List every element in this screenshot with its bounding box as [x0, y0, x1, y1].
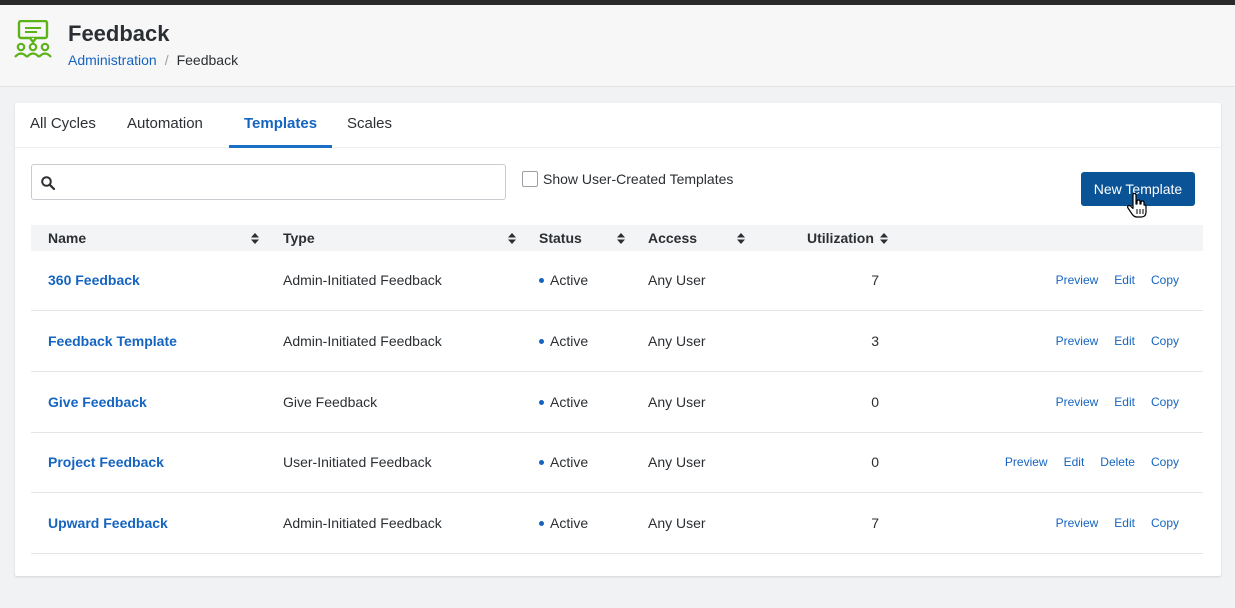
template-type: Admin-Initiated Feedback — [283, 333, 442, 349]
sort-icon[interactable] — [251, 233, 259, 244]
copy-link[interactable]: Copy — [1151, 273, 1179, 287]
table-row: 360 Feedback Admin-Initiated Feedback Ac… — [31, 251, 1203, 311]
breadcrumb: Administration / Feedback — [68, 52, 238, 68]
table-row: Give Feedback Give Feedback Active Any U… — [31, 373, 1203, 433]
status-badge: Active — [539, 312, 588, 372]
table-row: Project Feedback User-Initiated Feedback… — [31, 433, 1203, 493]
tab-scales[interactable]: Scales — [332, 103, 407, 148]
status-text: Active — [550, 272, 589, 288]
status-dot-icon — [539, 277, 544, 283]
edit-link[interactable]: Edit — [1114, 395, 1135, 409]
template-name-link[interactable]: Feedback Template — [48, 312, 177, 372]
tab-templates[interactable]: Templates — [229, 103, 333, 148]
status-dot-icon — [539, 459, 544, 465]
row-actions: Preview Edit Copy — [1040, 494, 1179, 554]
row-actions: Preview Edit Copy — [1040, 373, 1179, 433]
status-text: Active — [550, 333, 589, 349]
status-dot-icon — [539, 338, 544, 344]
copy-link[interactable]: Copy — [1151, 455, 1179, 469]
templates-card: All Cycles Automation Templates Scales S… — [15, 103, 1221, 576]
show-user-created-checkbox[interactable] — [522, 171, 538, 187]
search-icon — [41, 176, 55, 190]
column-header-type[interactable]: Type — [283, 225, 315, 251]
table-row: Feedback Template Admin-Initiated Feedba… — [31, 312, 1203, 372]
copy-link[interactable]: Copy — [1151, 334, 1179, 348]
column-header-name[interactable]: Name — [48, 225, 86, 251]
template-type: User-Initiated Feedback — [283, 454, 432, 470]
template-utilization: 3 — [871, 333, 879, 349]
status-badge: Active — [539, 373, 588, 433]
tab-automation[interactable]: Automation — [112, 103, 218, 148]
template-access: Any User — [648, 394, 706, 410]
template-type: Admin-Initiated Feedback — [283, 515, 442, 531]
template-name-link[interactable]: 360 Feedback — [48, 251, 140, 311]
status-dot-icon — [539, 399, 544, 405]
template-utilization: 0 — [871, 454, 879, 470]
edit-link[interactable]: Edit — [1114, 334, 1135, 348]
template-access: Any User — [648, 515, 706, 531]
edit-link[interactable]: Edit — [1064, 455, 1085, 469]
tab-bar: All Cycles Automation Templates Scales — [15, 103, 1221, 148]
status-text: Active — [550, 394, 589, 410]
copy-link[interactable]: Copy — [1151, 516, 1179, 530]
hand-cursor-icon — [1126, 193, 1147, 218]
show-user-created-toggle[interactable]: Show User-Created Templates — [522, 171, 733, 187]
edit-link[interactable]: Edit — [1114, 273, 1135, 287]
table-header: Name Type Status Access Utilization — [31, 225, 1203, 251]
delete-link[interactable]: Delete — [1100, 455, 1135, 469]
status-text: Active — [550, 454, 589, 470]
sort-icon[interactable] — [880, 233, 888, 244]
status-badge: Active — [539, 494, 588, 554]
template-access: Any User — [648, 333, 706, 349]
tab-all-cycles[interactable]: All Cycles — [15, 103, 111, 148]
preview-link[interactable]: Preview — [1056, 334, 1099, 348]
copy-link[interactable]: Copy — [1151, 395, 1179, 409]
show-user-created-label: Show User-Created Templates — [543, 171, 734, 187]
preview-link[interactable]: Preview — [1056, 516, 1099, 530]
page-header: Feedback Administration / Feedback — [0, 5, 1235, 87]
status-badge: Active — [539, 251, 588, 311]
column-header-status[interactable]: Status — [539, 225, 582, 251]
breadcrumb-link-administration[interactable]: Administration — [68, 52, 157, 68]
column-header-utilization[interactable]: Utilization — [807, 225, 874, 251]
template-utilization: 0 — [871, 394, 879, 410]
template-name-link[interactable]: Upward Feedback — [48, 494, 168, 554]
sort-icon[interactable] — [617, 233, 625, 244]
row-actions: Preview Edit Copy — [1040, 251, 1179, 311]
row-actions: Preview Edit Copy — [1040, 312, 1179, 372]
breadcrumb-current: Feedback — [176, 52, 239, 68]
sort-icon[interactable] — [508, 233, 516, 244]
preview-link[interactable]: Preview — [1005, 455, 1048, 469]
preview-link[interactable]: Preview — [1056, 273, 1099, 287]
template-access: Any User — [648, 454, 706, 470]
template-utilization: 7 — [871, 515, 879, 531]
status-dot-icon — [539, 520, 544, 526]
template-name-link[interactable]: Project Feedback — [48, 433, 164, 493]
preview-link[interactable]: Preview — [1056, 395, 1099, 409]
template-access: Any User — [648, 272, 706, 288]
template-utilization: 7 — [871, 272, 879, 288]
template-type: Give Feedback — [283, 394, 378, 410]
search-input[interactable] — [31, 164, 506, 200]
template-type: Admin-Initiated Feedback — [283, 272, 442, 288]
sort-icon[interactable] — [737, 233, 745, 244]
edit-link[interactable]: Edit — [1114, 516, 1135, 530]
status-text: Active — [550, 515, 589, 531]
row-actions: Preview Edit Delete Copy — [989, 433, 1179, 493]
status-badge: Active — [539, 433, 588, 493]
page-title: Feedback — [68, 21, 170, 46]
table-row: Upward Feedback Admin-Initiated Feedback… — [31, 494, 1203, 554]
template-name-link[interactable]: Give Feedback — [48, 373, 147, 433]
feedback-group-icon — [14, 20, 52, 58]
breadcrumb-separator: / — [164, 52, 169, 68]
column-header-access[interactable]: Access — [648, 225, 697, 251]
